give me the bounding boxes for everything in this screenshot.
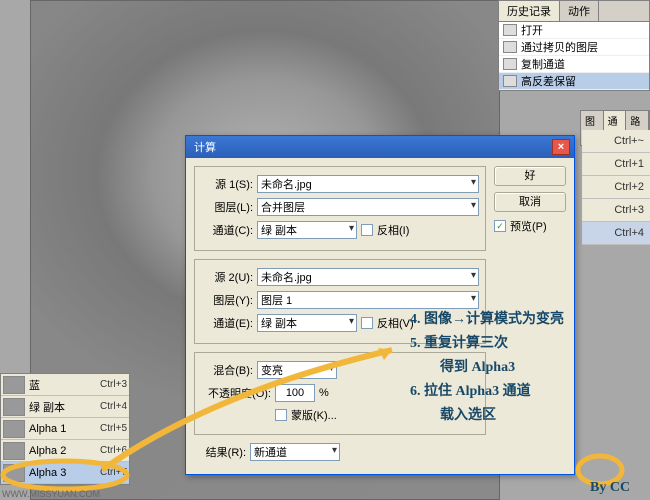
channel-key: Ctrl+7 xyxy=(100,467,127,478)
channel2-select[interactable]: 绿 副本 xyxy=(257,314,357,332)
source1-value: 未命名.jpg xyxy=(261,176,312,192)
layer2-value: 图层 1 xyxy=(261,292,292,308)
ok-button[interactable]: 好 xyxy=(494,166,566,186)
invert2-label: 反相(V) xyxy=(377,315,414,331)
shortcut-item[interactable]: Ctrl+2 xyxy=(582,176,650,199)
annotation-by: By CC xyxy=(590,480,630,496)
history-label: 复制通道 xyxy=(521,56,565,72)
channel-key: Ctrl+3 xyxy=(100,379,127,390)
close-icon[interactable]: × xyxy=(552,139,570,155)
dialog-title: 计算 xyxy=(190,139,552,155)
source1-label: 源 1(S): xyxy=(201,176,253,192)
channel-swatch xyxy=(3,420,25,438)
watermark: WWW.MISSYUAN.COM xyxy=(2,489,100,499)
channel-row[interactable]: 绿 副本Ctrl+4 xyxy=(1,396,129,418)
source2-select[interactable]: 未命名.jpg xyxy=(257,268,479,286)
mask-label: 蒙版(K)... xyxy=(291,407,337,423)
channel-name: Alpha 3 xyxy=(29,467,100,479)
channel-swatch xyxy=(3,464,25,482)
blend-value: 变亮 xyxy=(261,362,283,378)
channel-key: Ctrl+5 xyxy=(100,423,127,434)
history-item[interactable]: 复制通道 xyxy=(499,56,649,73)
history-item[interactable]: 高反差保留 xyxy=(499,73,649,90)
mask-checkbox[interactable] xyxy=(275,409,287,421)
invert1-label: 反相(I) xyxy=(377,222,409,238)
invert2-checkbox[interactable] xyxy=(361,317,373,329)
history-item[interactable]: 打开 xyxy=(499,22,649,39)
source1-select[interactable]: 未命名.jpg xyxy=(257,175,479,193)
channel-name: Alpha 2 xyxy=(29,445,100,457)
history-icon xyxy=(503,58,517,70)
blend-group: 混合(B): 变亮 不透明度(O):100% 蒙版(K)... xyxy=(194,352,486,435)
channel1-label: 通道(C): xyxy=(201,222,253,238)
blend-label: 混合(B): xyxy=(201,362,253,378)
dialog-titlebar[interactable]: 计算 × xyxy=(186,136,574,158)
layer1-value: 合并图层 xyxy=(261,199,305,215)
channel-shortcut-list: Ctrl+~ Ctrl+1 Ctrl+2 Ctrl+3 Ctrl+4 xyxy=(582,130,650,245)
source2-value: 未命名.jpg xyxy=(261,269,312,285)
channels-list: 蓝Ctrl+3 绿 副本Ctrl+4 Alpha 1Ctrl+5 Alpha 2… xyxy=(0,373,130,485)
layer1-select[interactable]: 合并图层 xyxy=(257,198,479,216)
tab-actions[interactable]: 动作 xyxy=(560,1,599,21)
shortcut-item[interactable]: Ctrl+4 xyxy=(582,222,650,245)
channel1-select[interactable]: 绿 副本 xyxy=(257,221,357,239)
channel-row[interactable]: Alpha 1Ctrl+5 xyxy=(1,418,129,440)
source2-group: 源 2(U): 未命名.jpg 图层(Y): 图层 1 通道(E): 绿 副本 反相(V… xyxy=(194,259,486,344)
channel2-value: 绿 副本 xyxy=(261,315,297,331)
channel-row[interactable]: Alpha 2Ctrl+6 xyxy=(1,440,129,462)
history-item[interactable]: 通过拷贝的图层 xyxy=(499,39,649,56)
layer1-label: 图层(L): xyxy=(201,199,253,215)
channel-name: Alpha 1 xyxy=(29,423,100,435)
blend-select[interactable]: 变亮 xyxy=(257,361,337,379)
history-panel: 历史记录 动作 打开 通过拷贝的图层 复制通道 高反差保留 xyxy=(498,0,650,91)
channel-row[interactable]: Alpha 3Ctrl+7 xyxy=(1,462,129,484)
shortcut-item[interactable]: Ctrl+~ xyxy=(582,130,650,153)
history-icon xyxy=(503,75,517,87)
invert1-checkbox[interactable] xyxy=(361,224,373,236)
history-label: 打开 xyxy=(521,22,543,38)
channel-key: Ctrl+6 xyxy=(100,445,127,456)
opacity-pct: % xyxy=(319,387,329,399)
channel-row[interactable]: 蓝Ctrl+3 xyxy=(1,374,129,396)
shortcut-item[interactable]: Ctrl+1 xyxy=(582,153,650,176)
result-value: 新通道 xyxy=(254,444,287,460)
preview-label: 预览(P) xyxy=(510,218,547,234)
history-label: 通过拷贝的图层 xyxy=(521,39,598,55)
tab-history[interactable]: 历史记录 xyxy=(499,1,560,21)
history-icon xyxy=(503,41,517,53)
layer2-label: 图层(Y): xyxy=(201,292,253,308)
calculations-dialog: 计算 × 源 1(S): 未命名.jpg 图层(L): 合并图层 通道(C): 绿 副… xyxy=(185,135,575,475)
layer2-select[interactable]: 图层 1 xyxy=(257,291,479,309)
opacity-label: 不透明度(O): xyxy=(201,385,271,401)
history-label: 高反差保留 xyxy=(521,73,576,89)
channel-swatch xyxy=(3,398,25,416)
result-select[interactable]: 新通道 xyxy=(250,443,340,461)
cancel-button[interactable]: 取消 xyxy=(494,192,566,212)
channel-name: 蓝 xyxy=(29,377,100,393)
channel-swatch xyxy=(3,442,25,460)
opacity-input[interactable]: 100 xyxy=(275,384,315,402)
channel-name: 绿 副本 xyxy=(29,399,100,415)
channel1-value: 绿 副本 xyxy=(261,222,297,238)
preview-checkbox[interactable] xyxy=(494,220,506,232)
history-icon xyxy=(503,24,517,36)
channel2-label: 通道(E): xyxy=(201,315,253,331)
shortcut-item[interactable]: Ctrl+3 xyxy=(582,199,650,222)
result-label: 结果(R): xyxy=(194,444,246,460)
channel-swatch xyxy=(3,376,25,394)
source1-group: 源 1(S): 未命名.jpg 图层(L): 合并图层 通道(C): 绿 副本 反相(I… xyxy=(194,166,486,251)
source2-label: 源 2(U): xyxy=(201,269,253,285)
annotation-circle xyxy=(570,450,630,490)
channel-key: Ctrl+4 xyxy=(100,401,127,412)
